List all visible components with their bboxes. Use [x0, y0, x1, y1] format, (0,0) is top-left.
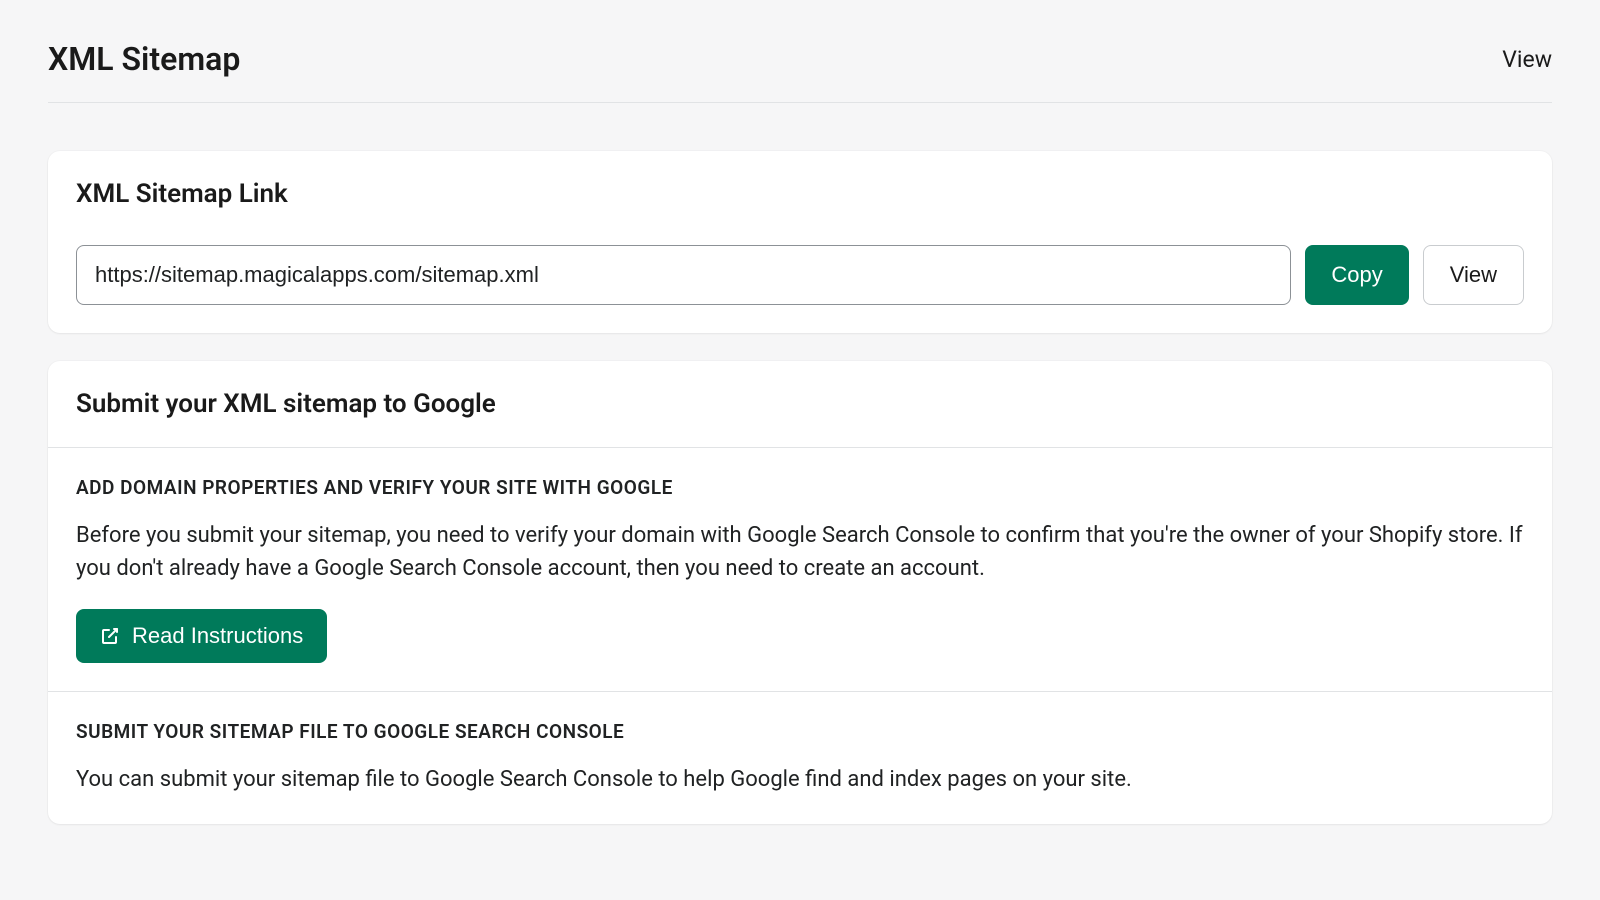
sitemap-link-title: XML Sitemap Link: [76, 179, 1524, 209]
sitemap-url-input[interactable]: [76, 245, 1291, 305]
page-header: XML Sitemap View: [0, 0, 1600, 102]
view-button[interactable]: View: [1423, 245, 1524, 305]
submit-google-title: Submit your XML sitemap to Google: [48, 361, 1552, 447]
page-title: XML Sitemap: [48, 40, 240, 78]
sitemap-link-card: XML Sitemap Link Copy View: [48, 151, 1552, 333]
header-divider: [48, 102, 1552, 103]
header-view-link[interactable]: View: [1502, 46, 1552, 73]
read-instructions-button[interactable]: Read Instructions: [76, 609, 327, 663]
verify-domain-body: Before you submit your sitemap, you need…: [76, 519, 1524, 585]
submit-sitemap-section: SUBMIT YOUR SITEMAP FILE TO GOOGLE SEARC…: [48, 692, 1552, 824]
submit-google-card: Submit your XML sitemap to Google ADD DO…: [48, 361, 1552, 824]
external-link-icon: [100, 626, 120, 646]
sitemap-url-row: Copy View: [76, 245, 1524, 305]
sitemap-link-section: XML Sitemap Link Copy View: [48, 151, 1552, 333]
submit-sitemap-heading: SUBMIT YOUR SITEMAP FILE TO GOOGLE SEARC…: [76, 720, 1524, 743]
verify-domain-heading: ADD DOMAIN PROPERTIES AND VERIFY YOUR SI…: [76, 476, 1524, 499]
verify-domain-section: ADD DOMAIN PROPERTIES AND VERIFY YOUR SI…: [48, 448, 1552, 691]
submit-sitemap-body: You can submit your sitemap file to Goog…: [76, 763, 1524, 796]
read-instructions-label: Read Instructions: [132, 623, 303, 649]
copy-button[interactable]: Copy: [1305, 245, 1408, 305]
